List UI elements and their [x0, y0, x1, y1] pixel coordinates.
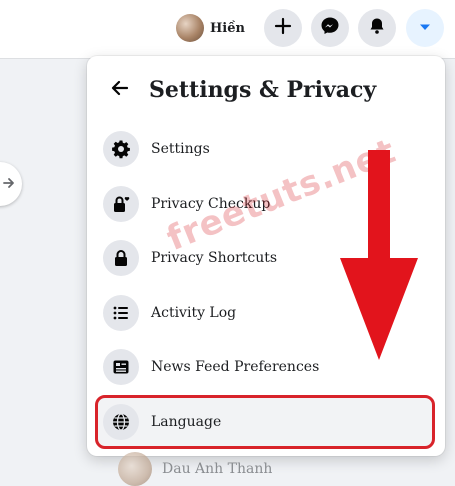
- arrow-left-icon: [110, 78, 130, 102]
- panel-header: Settings & Privacy: [105, 70, 376, 110]
- messenger-icon: [320, 16, 340, 40]
- menu-item-language[interactable]: Language: [95, 394, 435, 449]
- profile-name: Hiền: [210, 20, 245, 36]
- lock-heart-icon: [103, 185, 139, 222]
- messenger-button[interactable]: [311, 9, 349, 47]
- avatar: [176, 14, 204, 42]
- plus-icon: [274, 17, 292, 39]
- arrow-right-icon: [2, 175, 16, 194]
- newsfeed-icon: [103, 349, 139, 386]
- bell-icon: [368, 17, 386, 39]
- menu-item-label: Activity Log: [151, 304, 237, 321]
- notifications-button[interactable]: [358, 9, 396, 47]
- menu-item-label: News Feed Preferences: [151, 359, 320, 376]
- create-button[interactable]: [264, 9, 302, 47]
- caret-down-icon: [418, 19, 432, 38]
- lock-icon: [103, 240, 139, 277]
- back-button[interactable]: [105, 75, 135, 105]
- globe-icon: [103, 403, 139, 440]
- avatar: [118, 452, 152, 486]
- account-menu-button[interactable]: [406, 9, 444, 47]
- red-arrow-annotation: [340, 150, 418, 360]
- contact-name: Dau Anh Thanh: [162, 461, 273, 477]
- scroll-right-button[interactable]: [0, 162, 22, 206]
- top-navigation-bar: Hiền: [0, 0, 455, 59]
- contact-item[interactable]: Dau Anh Thanh: [118, 452, 272, 486]
- profile-shortcut[interactable]: Hiền: [176, 12, 245, 44]
- menu-item-label: Settings: [151, 141, 210, 158]
- menu-item-label: Language: [151, 413, 222, 430]
- panel-title: Settings & Privacy: [149, 77, 377, 103]
- gear-icon: [103, 131, 139, 168]
- list-icon: [103, 294, 139, 331]
- menu-item-label: Privacy Shortcuts: [151, 250, 278, 267]
- menu-item-label: Privacy Checkup: [151, 195, 271, 212]
